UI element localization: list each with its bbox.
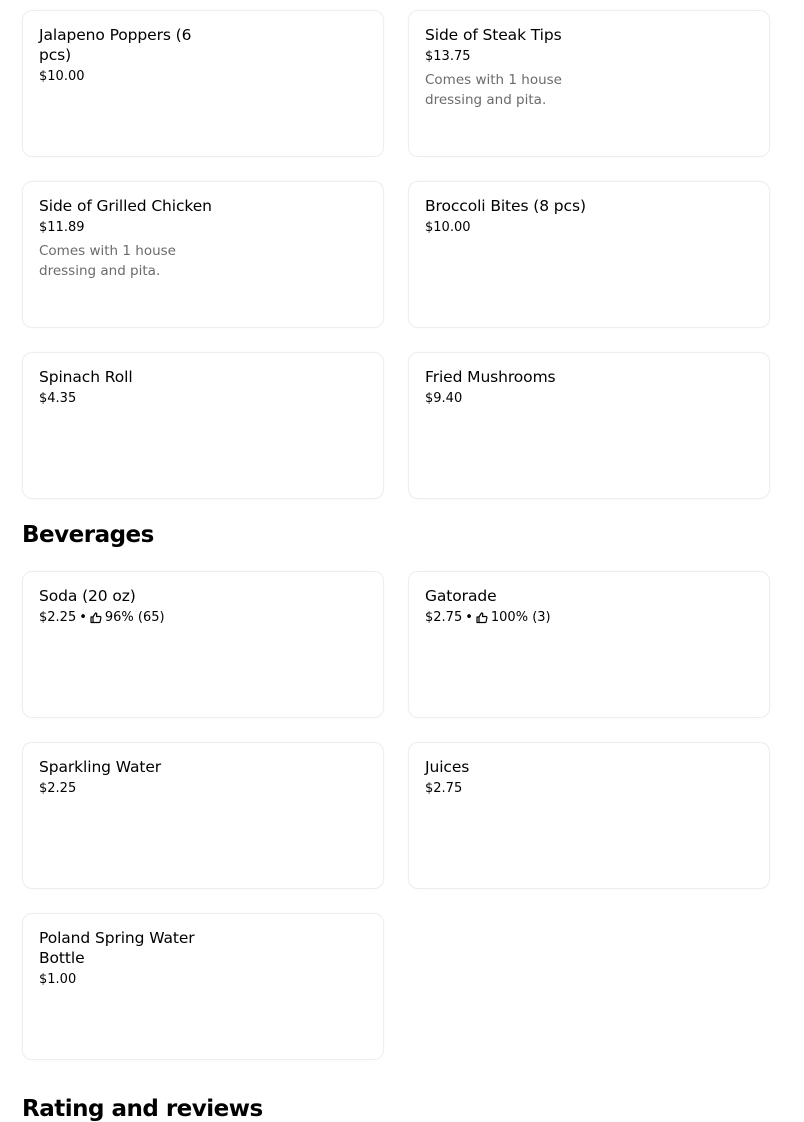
item-price: $2.25: [39, 781, 77, 796]
separator-dot: •: [465, 610, 473, 625]
item-description: Comes with 1 house dressing and pita.: [39, 243, 176, 279]
menu-item-card[interactable]: Broccoli Bites (8 pcs) $10.00: [408, 181, 770, 328]
menu-item-card[interactable]: Side of Steak Tips $13.75 Comes with 1 h…: [408, 10, 770, 157]
menu-item-card[interactable]: Poland Spring Water Bottle $1.00: [22, 913, 384, 1060]
item-price: $11.89: [39, 220, 85, 235]
item-name: Juices: [425, 758, 470, 776]
menu-item-card[interactable]: Spinach Roll $4.35: [22, 352, 384, 499]
menu-item-card[interactable]: Gatorade $2.75 • 100% (3): [408, 571, 770, 718]
item-price: $1.00: [39, 972, 77, 987]
item-price: $2.75: [425, 610, 463, 625]
item-name: Gatorade: [425, 587, 497, 605]
thumbs-up-icon: [476, 611, 488, 624]
item-price: $2.25: [39, 610, 77, 625]
menu-item-card[interactable]: Jalapeno Poppers (6 pcs) $10.00: [22, 10, 384, 157]
menu-item-card[interactable]: Juices $2.75: [408, 742, 770, 889]
item-name: Sparkling Water: [39, 758, 162, 776]
item-name: Broccoli Bites (8 pcs): [425, 197, 586, 215]
item-name: Jalapeno Poppers (6 pcs): [39, 26, 192, 64]
item-price: $9.40: [425, 391, 463, 406]
item-price: $10.00: [425, 220, 471, 235]
separator-dot: •: [79, 610, 87, 625]
item-name: Spinach Roll: [39, 368, 133, 386]
menu-item-card[interactable]: Side of Grilled Chicken $11.89 Comes wit…: [22, 181, 384, 328]
menu-item-card[interactable]: Soda (20 oz) $2.25 • 96% (65): [22, 571, 384, 718]
thumbs-up-icon: [90, 611, 102, 624]
menu-item-card[interactable]: Sparkling Water $2.25: [22, 742, 384, 889]
item-name: Poland Spring Water Bottle: [39, 929, 195, 967]
item-price: $2.75: [425, 781, 463, 796]
item-price: $13.75: [425, 49, 471, 64]
item-name: Side of Steak Tips: [425, 26, 562, 44]
section-title-beverages: Beverages: [22, 522, 154, 548]
item-description: Comes with 1 house dressing and pita.: [425, 72, 562, 108]
item-name: Soda (20 oz): [39, 587, 136, 605]
item-rating: 96% (65): [104, 610, 165, 625]
section-title-reviews: Rating and reviews: [22, 1096, 263, 1122]
item-price: $10.00: [39, 69, 85, 84]
item-name: Fried Mushrooms: [425, 368, 556, 386]
item-rating: 100% (3): [490, 610, 551, 625]
item-name: Side of Grilled Chicken: [39, 197, 212, 215]
menu-item-card[interactable]: Fried Mushrooms $9.40: [408, 352, 770, 499]
item-price: $4.35: [39, 391, 77, 406]
